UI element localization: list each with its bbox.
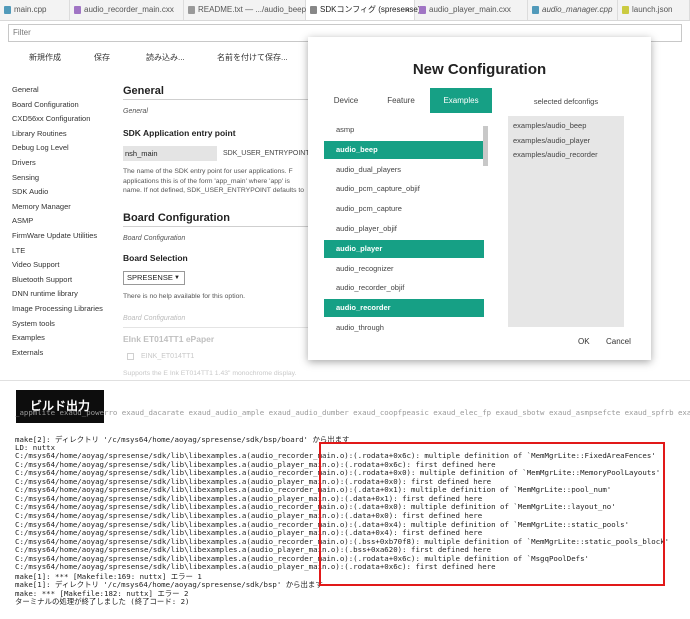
defconfig-item-asmp[interactable]: asmp	[324, 121, 484, 139]
cancel-button[interactable]: Cancel	[606, 337, 631, 346]
tab-label: audio_player_main.cxx	[429, 5, 511, 14]
board-select-value: SPRESENSE	[127, 273, 173, 282]
board-selection-title: Board Selection	[123, 253, 188, 263]
menu-item-system-tools[interactable]: System tools	[12, 319, 55, 328]
cxx-file-icon	[419, 6, 426, 14]
tab-label: README.txt — .../audio_beep	[198, 5, 307, 14]
error-highlight-box	[319, 442, 665, 586]
tab-7[interactable]: launch.json	[618, 0, 690, 20]
menu-item-cxd56xx-configuration[interactable]: CXD56xx Configuration	[12, 114, 90, 123]
cxx-file-icon	[74, 6, 81, 14]
panel-divider	[0, 380, 690, 381]
text-file-icon	[188, 6, 195, 14]
tab-label: launch.json	[632, 5, 673, 14]
menu-item-general[interactable]: General	[12, 85, 39, 94]
subsection-board: Board Configuration	[123, 235, 186, 242]
tab-label: audio_recorder_main.cxx	[84, 5, 174, 14]
divider	[123, 327, 308, 328]
defconfig-item-audio-player-objif[interactable]: audio_player_objif	[324, 220, 484, 238]
defconfig-item-audio-recorder-objif[interactable]: audio_recorder_objif	[324, 279, 484, 297]
defconfig-item-audio-player[interactable]: audio_player	[324, 239, 484, 258]
output-line: make[2]: ディレクトリ '/c/msys64/home/aoyag/sp…	[15, 435, 350, 444]
defconfig-item-audio-beep[interactable]: audio_beep	[324, 140, 484, 159]
output-line: ターミナルの処理が終了しました (終了コード: 2)	[15, 597, 190, 607]
menu-item-drivers[interactable]: Drivers	[12, 158, 36, 167]
defconfig-item-audio-recorder[interactable]: audio_recorder	[324, 299, 484, 318]
selected-defconfig-item[interactable]: examples/audio_beep	[513, 121, 586, 130]
menu-item-firmware-update-utilities[interactable]: FirmWare Update Utilities	[12, 231, 97, 240]
tab-label: audio_manager.cpp	[542, 5, 613, 14]
selected-defconfig-item[interactable]: examples/audio_recorder	[513, 150, 598, 159]
divider	[123, 99, 308, 100]
section-title-board: Board Configuration	[123, 212, 230, 224]
menu-item-examples[interactable]: Examples	[12, 333, 45, 342]
chevron-down-icon: ▼	[174, 275, 180, 281]
save-as-button[interactable]: 名前を付けて保存...	[217, 52, 288, 63]
save-button[interactable]: 保存	[94, 52, 110, 63]
board-select[interactable]: SPRESENSE ▼	[123, 271, 185, 285]
new-configuration-dialog: New Configuration Device Feature Example…	[308, 37, 651, 360]
load-button[interactable]: 読み込み...	[146, 52, 185, 63]
tab-4[interactable]: SDKコンフィグ (spresense) ×	[306, 0, 421, 20]
cpp-file-icon	[4, 6, 11, 14]
entry-point-key: SDK_USER_ENTRYPOINT	[223, 150, 310, 157]
entry-point-title: SDK Application entry point	[123, 128, 236, 138]
menu-item-video-support[interactable]: Video Support	[12, 260, 59, 269]
menu-item-asmp[interactable]: ASMP	[12, 216, 33, 225]
close-icon[interactable]: ×	[405, 0, 410, 20]
menu-item-debug-log-level[interactable]: Debug Log Level	[12, 143, 69, 152]
menu-item-dnn-runtime-library[interactable]: DNN runtime library	[12, 289, 78, 298]
defconfig-item-audio-dual-players[interactable]: audio_dual_players	[324, 161, 484, 179]
eink-key: EINK_ET014TT1	[141, 353, 195, 360]
selected-defconfig-item[interactable]: examples/audio_player	[513, 136, 590, 145]
config-icon	[310, 6, 317, 14]
output-line-partial: _appmlite exaud_powerro exaud_dacarate e…	[15, 408, 690, 417]
selected-defconfigs-header: selected defconfigs	[533, 97, 599, 106]
defconfig-item-audio-pcm-capture[interactable]: audio_pcm_capture	[324, 200, 484, 218]
list-scrollbar[interactable]	[483, 126, 488, 166]
menu-item-library-routines[interactable]: Library Routines	[12, 129, 67, 138]
defconfig-item-audio-pcm-capture-objif[interactable]: audio_pcm_capture_objif	[324, 180, 484, 198]
ok-button[interactable]: OK	[578, 337, 590, 346]
entry-point-description: The name of the SDK entry point for user…	[123, 168, 305, 194]
menu-item-board-configuration[interactable]: Board Configuration	[12, 100, 79, 109]
tab-5[interactable]: audio_player_main.cxx	[415, 0, 528, 20]
json-file-icon	[622, 6, 629, 14]
eink-checkbox[interactable]	[127, 353, 134, 360]
eink-title: EInk ET014TT1 ePaper	[123, 334, 215, 344]
menu-item-externals[interactable]: Externals	[12, 348, 43, 357]
eink-description: Supports the E Ink ET014TT1 1.43" monoch…	[123, 370, 297, 377]
new-config-button[interactable]: 新規作成	[29, 52, 61, 63]
section-title-general: General	[123, 85, 164, 97]
defconfig-item-audio-through[interactable]: audio_through	[324, 319, 484, 337]
tab-1[interactable]: main.cpp	[0, 0, 70, 20]
menu-item-image-processing-libraries[interactable]: Image Processing Libraries	[12, 304, 103, 313]
cpp-file-icon	[532, 6, 539, 14]
subsection-board-2: Board Configuration	[123, 315, 186, 322]
tab-3[interactable]: README.txt — .../audio_beep	[184, 0, 306, 20]
divider	[123, 226, 308, 227]
entry-point-input[interactable]: nsh_main	[123, 146, 217, 161]
editor-tab-bar: main.cpp audio_recorder_main.cxx README.tx…	[0, 0, 690, 21]
menu-item-sensing[interactable]: Sensing	[12, 173, 39, 182]
subsection-general: General	[123, 108, 148, 115]
selected-defconfigs-list: examples/audio_beep examples/audio_player…	[508, 116, 624, 327]
menu-item-lte[interactable]: LTE	[12, 246, 25, 255]
build-output-header: ビルド出力	[16, 390, 104, 423]
defconfig-item-audio-recognizer[interactable]: audio_recognizer	[324, 260, 484, 278]
menu-item-bluetooth-support[interactable]: Bluetooth Support	[12, 275, 72, 284]
defconfig-list: asmp audio_beep audio_dual_players audio_pc…	[308, 37, 498, 337]
menu-item-memory-manager[interactable]: Memory Manager	[12, 202, 71, 211]
tab-2[interactable]: audio_recorder_main.cxx	[70, 0, 184, 20]
board-help-text: There is no help available for this opti…	[123, 293, 246, 300]
tab-6[interactable]: audio_manager.cpp	[528, 0, 618, 20]
menu-item-sdk-audio[interactable]: SDK Audio	[12, 187, 48, 196]
tab-label: main.cpp	[14, 5, 47, 14]
